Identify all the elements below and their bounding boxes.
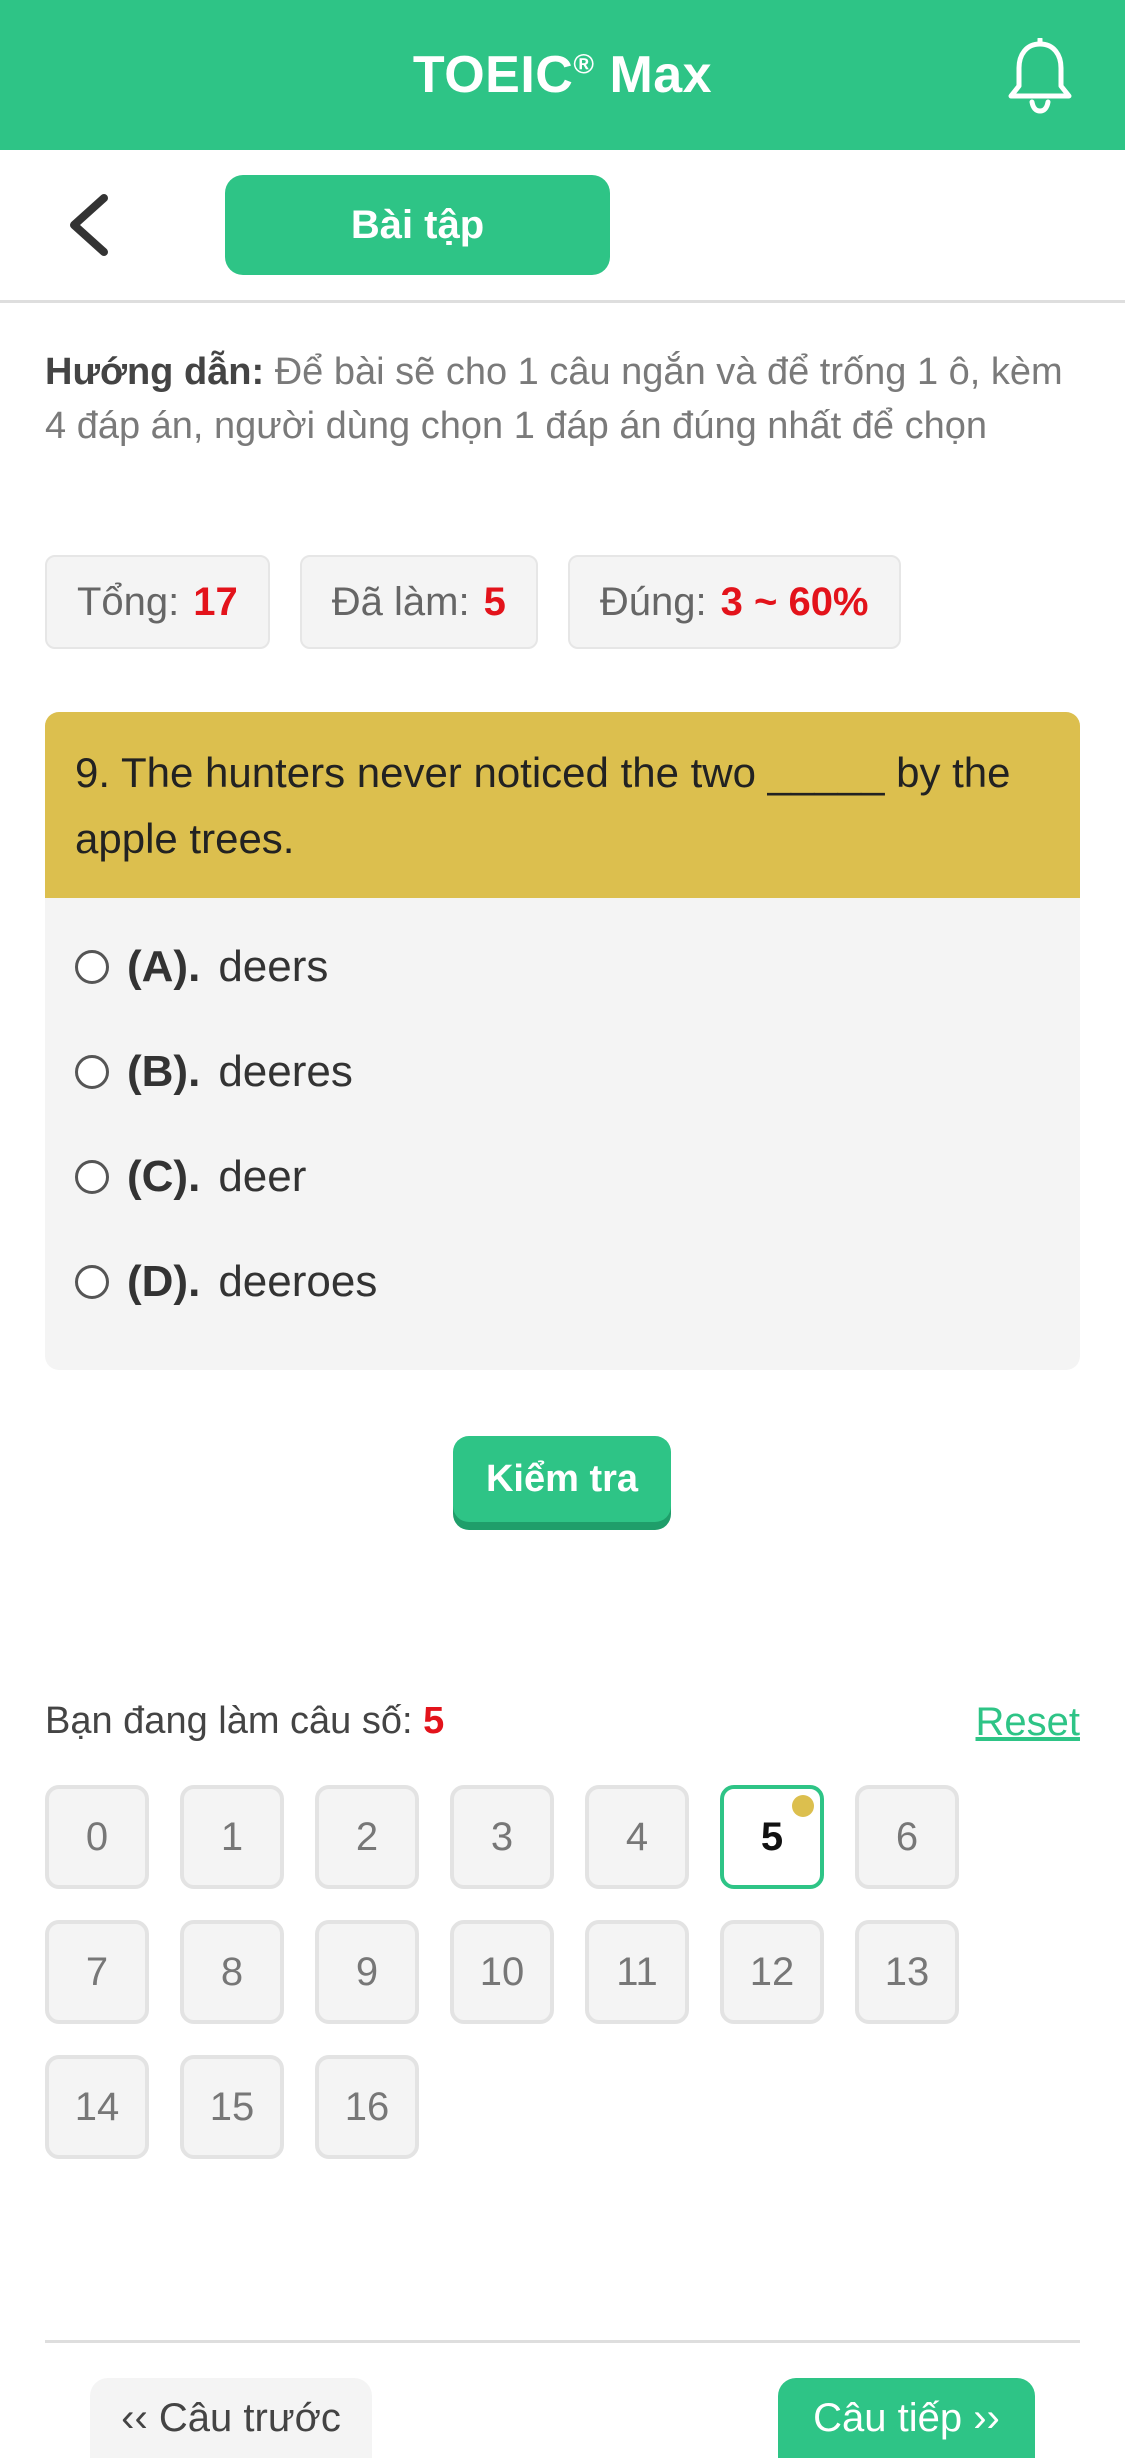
option-b[interactable]: (B). deeres	[75, 1019, 1050, 1124]
app-header: TOEIC® Max	[0, 0, 1125, 150]
radio-icon[interactable]	[75, 1159, 109, 1194]
question-number-4[interactable]: 4	[585, 1785, 689, 1889]
question-number-6[interactable]: 6	[855, 1785, 959, 1889]
current-question-indicator: Bạn đang làm câu số: 5	[45, 1700, 445, 1742]
instruction-label: Hướng dẫn:	[45, 351, 265, 393]
stat-correct-value: 3 ~ 60%	[720, 579, 869, 624]
next-question-button[interactable]: Câu tiếp ››	[778, 2378, 1035, 2458]
stat-done: Đã làm: 5	[299, 555, 538, 649]
current-question-number: 5	[423, 1700, 445, 1742]
stats-row: Tổng: 17 Đã làm: 5 Đúng: 3 ~ 60%	[45, 555, 901, 649]
stat-total: Tổng: 17	[45, 555, 270, 649]
question-number-14[interactable]: 14	[45, 2055, 149, 2159]
footer-divider	[45, 2340, 1080, 2343]
sub-toolbar: Bài tập	[0, 150, 1125, 303]
radio-icon[interactable]	[75, 1264, 109, 1299]
app-title: TOEIC® Max	[412, 46, 713, 104]
question-number-5[interactable]: 5	[720, 1785, 824, 1889]
tab-exercise[interactable]: Bài tập	[225, 175, 610, 275]
option-d[interactable]: (D). deeroes	[75, 1229, 1050, 1334]
stat-done-value: 5	[483, 579, 506, 624]
current-dot-icon	[792, 1795, 814, 1817]
option-a[interactable]: (A). deers	[75, 914, 1050, 1019]
option-c[interactable]: (C). deer	[75, 1124, 1050, 1229]
question-number-0[interactable]: 0	[45, 1785, 149, 1889]
question-number-10[interactable]: 10	[450, 1920, 554, 2024]
question-number-7[interactable]: 7	[45, 1920, 149, 2024]
question-number-13[interactable]: 13	[855, 1920, 959, 2024]
question-number-9[interactable]: 9	[315, 1920, 419, 2024]
question-number-1[interactable]: 1	[180, 1785, 284, 1889]
question-text: 9. The hunters never noticed the two ___…	[45, 712, 1080, 898]
question-number-16[interactable]: 16	[315, 2055, 419, 2159]
answer-options: (A). deers (B). deeres (C). deer (D). de…	[45, 898, 1080, 1334]
question-card: 9. The hunters never noticed the two ___…	[45, 712, 1080, 1370]
question-number-8[interactable]: 8	[180, 1920, 284, 2024]
reset-link[interactable]: Reset	[976, 1700, 1081, 1745]
bell-icon[interactable]	[1005, 38, 1075, 114]
stat-total-value: 17	[193, 579, 238, 624]
question-number-3[interactable]: 3	[450, 1785, 554, 1889]
previous-question-button[interactable]: ‹‹ Câu trước	[90, 2378, 372, 2458]
question-number-15[interactable]: 15	[180, 2055, 284, 2159]
question-number-12[interactable]: 12	[720, 1920, 824, 2024]
radio-icon[interactable]	[75, 1054, 109, 1089]
question-number-11[interactable]: 11	[585, 1920, 689, 2024]
question-number-2[interactable]: 2	[315, 1785, 419, 1889]
check-button[interactable]: Kiểm tra	[453, 1436, 671, 1522]
radio-icon[interactable]	[75, 949, 109, 984]
chevron-left-icon[interactable]	[60, 190, 120, 260]
instruction-text: Hướng dẫn: Để bài sẽ cho 1 câu ngắn và đ…	[45, 345, 1080, 453]
stat-correct: Đúng: 3 ~ 60%	[567, 555, 901, 649]
